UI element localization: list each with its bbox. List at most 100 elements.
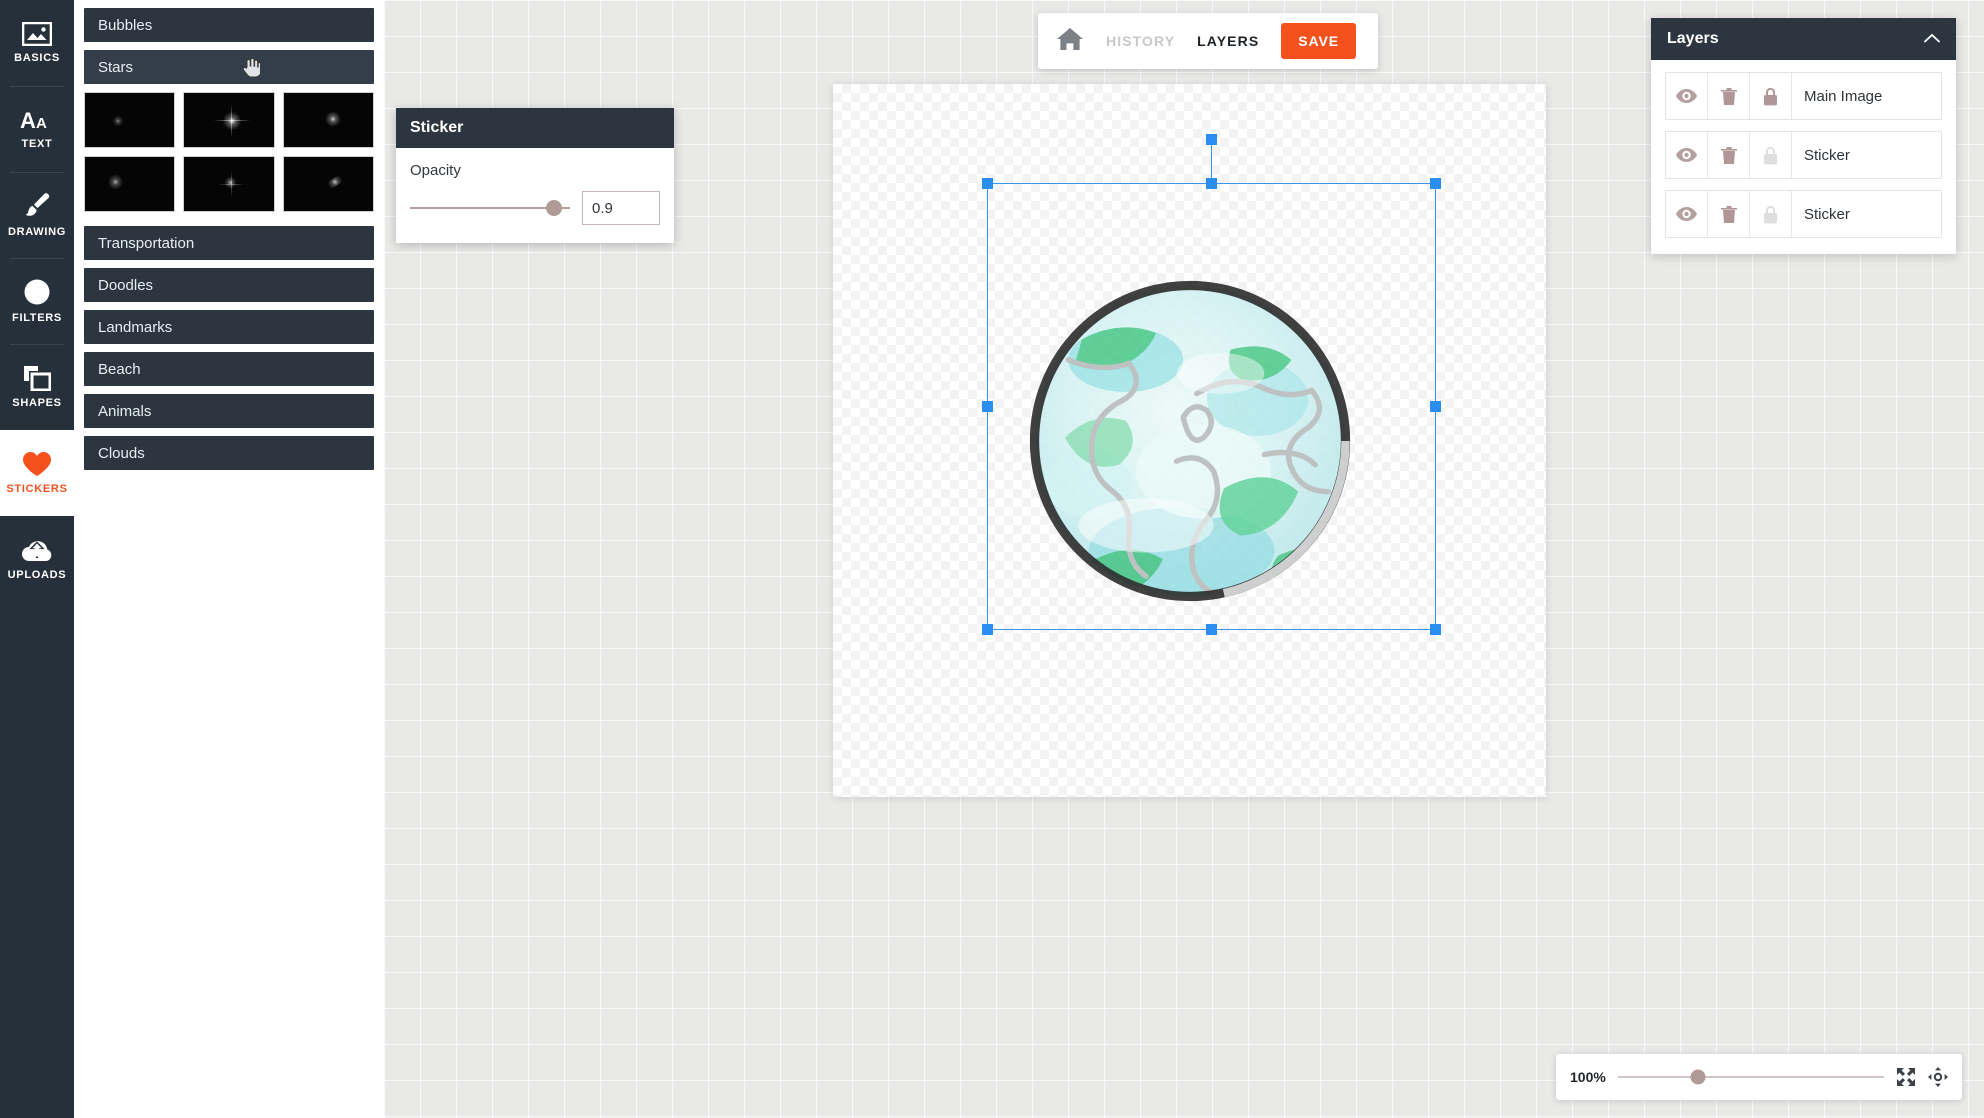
rail-item-basics[interactable]: BASICS xyxy=(0,0,74,86)
rail-item-filters[interactable]: FILTERS xyxy=(0,258,74,344)
sticker-thumbnail[interactable] xyxy=(183,92,275,148)
opacity-label: Opacity xyxy=(410,162,461,179)
shapes-icon xyxy=(23,365,51,391)
resize-handle-bottom-left[interactable] xyxy=(982,624,993,635)
history-button[interactable]: HISTORY xyxy=(1106,33,1175,49)
rail-label: UPLOADS xyxy=(7,569,67,581)
rail-label: SHAPES xyxy=(12,397,62,409)
sticker-thumbnail[interactable] xyxy=(183,156,275,212)
sticker-category-transportation[interactable]: Transportation xyxy=(84,226,374,260)
tool-rail: BASICS AA TEXT DRAWING FILTERS SHAPES ST… xyxy=(0,0,74,1118)
zoom-percent-label: 100% xyxy=(1570,1069,1606,1085)
resize-handle-middle-left[interactable] xyxy=(982,400,993,412)
layer-lock-toggle[interactable] xyxy=(1750,132,1792,178)
layer-delete-button[interactable] xyxy=(1708,132,1750,178)
resize-handle-bottom-center[interactable] xyxy=(1205,624,1217,635)
layer-name: Sticker xyxy=(1804,146,1850,164)
layer-lock-toggle[interactable] xyxy=(1750,73,1792,119)
layers-list: Main Image Sticker Sticker xyxy=(1651,60,1956,254)
sticker-category-label: Clouds xyxy=(98,444,145,462)
layer-lock-toggle[interactable] xyxy=(1750,191,1792,237)
layer-visibility-toggle[interactable] xyxy=(1666,73,1708,119)
resize-handle-top-right[interactable] xyxy=(1430,178,1441,189)
star-glow xyxy=(323,172,347,191)
sticker-category-label: Landmarks xyxy=(98,318,173,336)
save-button[interactable]: SAVE xyxy=(1281,23,1356,59)
opacity-slider-knob[interactable] xyxy=(546,200,562,216)
move-center-icon[interactable] xyxy=(1928,1067,1948,1087)
sticker-thumbnail[interactable] xyxy=(84,92,176,148)
sticker-category-panel: Bubbles Stars Transportation Doodles Lan… xyxy=(74,0,384,1118)
sticker-thumbnail-grid xyxy=(84,92,374,212)
layer-row[interactable]: Main Image xyxy=(1665,72,1942,120)
rail-label: STICKERS xyxy=(6,483,68,495)
layers-panel: Layers Main Image Sticker Sticker xyxy=(1651,18,1956,254)
sticker-category-doodles[interactable]: Doodles xyxy=(84,268,374,302)
layer-row[interactable]: Sticker xyxy=(1665,131,1942,179)
home-icon[interactable] xyxy=(1056,27,1084,56)
rail-label: TEXT xyxy=(21,138,53,150)
text-icon: AA xyxy=(20,108,54,132)
expand-arrows-icon[interactable] xyxy=(1896,1067,1916,1087)
sticker-category-animals[interactable]: Animals xyxy=(84,394,374,428)
resize-handle-top-left[interactable] xyxy=(982,178,993,189)
sticker-category-landmarks[interactable]: Landmarks xyxy=(84,310,374,344)
sticker-category-label: Animals xyxy=(98,402,152,420)
rail-item-uploads[interactable]: UPLOADS xyxy=(0,516,74,602)
layer-delete-button[interactable] xyxy=(1708,191,1750,237)
resize-handle-top-center[interactable] xyxy=(1205,178,1217,189)
sticker-category-label: Doodles xyxy=(98,276,154,294)
zoom-slider[interactable] xyxy=(1617,1069,1884,1085)
layers-button[interactable]: LAYERS xyxy=(1197,33,1259,49)
upload-icon xyxy=(21,537,53,563)
sticker-category-clouds[interactable]: Clouds xyxy=(84,436,374,470)
star-glow xyxy=(223,176,237,190)
sticker-category-bubbles[interactable]: Bubbles xyxy=(84,8,374,42)
layer-visibility-toggle[interactable] xyxy=(1666,191,1708,237)
brush-icon xyxy=(22,192,52,220)
sticker-thumbnail[interactable] xyxy=(84,156,176,212)
resize-handle-bottom-right[interactable] xyxy=(1430,624,1441,635)
svg-text:A: A xyxy=(20,108,36,132)
layers-panel-title: Layers xyxy=(1667,30,1719,47)
pointer-hand-cursor xyxy=(242,57,262,78)
sticker-category-label: Stars xyxy=(98,58,134,76)
layer-visibility-toggle[interactable] xyxy=(1666,132,1708,178)
contrast-icon xyxy=(23,278,51,306)
layer-row[interactable]: Sticker xyxy=(1665,190,1942,238)
sticker-category-beach[interactable]: Beach xyxy=(84,352,374,386)
zoom-slider-knob[interactable] xyxy=(1690,1069,1706,1085)
rotate-handle[interactable] xyxy=(1205,134,1217,145)
image-editor-app: BASICS AA TEXT DRAWING FILTERS SHAPES ST… xyxy=(0,0,1984,1118)
star-glow xyxy=(108,173,124,192)
opacity-control-row xyxy=(410,191,660,225)
sticker-properties-body: Opacity xyxy=(396,148,674,243)
rail-item-drawing[interactable]: DRAWING xyxy=(0,172,74,258)
sticker-category-label: Bubbles xyxy=(98,16,153,34)
sticker-category-label: Transportation xyxy=(98,234,195,252)
sticker-properties-panel: Sticker Opacity xyxy=(396,108,674,243)
sticker-thumbnail[interactable] xyxy=(282,156,374,212)
layers-panel-header[interactable]: Layers xyxy=(1651,18,1956,60)
opacity-slider[interactable] xyxy=(410,200,570,216)
canvas[interactable] xyxy=(833,84,1546,797)
rail-item-shapes[interactable]: SHAPES xyxy=(0,344,74,430)
chevron-up-icon[interactable] xyxy=(1924,30,1940,48)
rail-item-text[interactable]: AA TEXT xyxy=(0,86,74,172)
svg-text:A: A xyxy=(36,115,47,132)
rail-label: BASICS xyxy=(14,52,60,64)
sticker-category-stars[interactable]: Stars xyxy=(84,50,374,84)
layer-name: Main Image xyxy=(1804,87,1883,105)
opacity-input[interactable] xyxy=(582,191,660,225)
layer-delete-button[interactable] xyxy=(1708,73,1750,119)
rail-item-stickers[interactable]: STICKERS xyxy=(0,430,74,516)
earth-globe-sticker[interactable] xyxy=(1021,272,1359,610)
rail-label: DRAWING xyxy=(7,226,67,238)
resize-handle-middle-right[interactable] xyxy=(1430,400,1441,412)
sticker-category-label: Beach xyxy=(98,360,141,378)
zoom-bar: 100% xyxy=(1556,1054,1962,1100)
heart-icon xyxy=(22,451,52,477)
top-toolbar: HISTORY LAYERS SAVE xyxy=(1038,13,1378,69)
image-icon xyxy=(22,22,52,46)
sticker-thumbnail[interactable] xyxy=(282,92,374,148)
